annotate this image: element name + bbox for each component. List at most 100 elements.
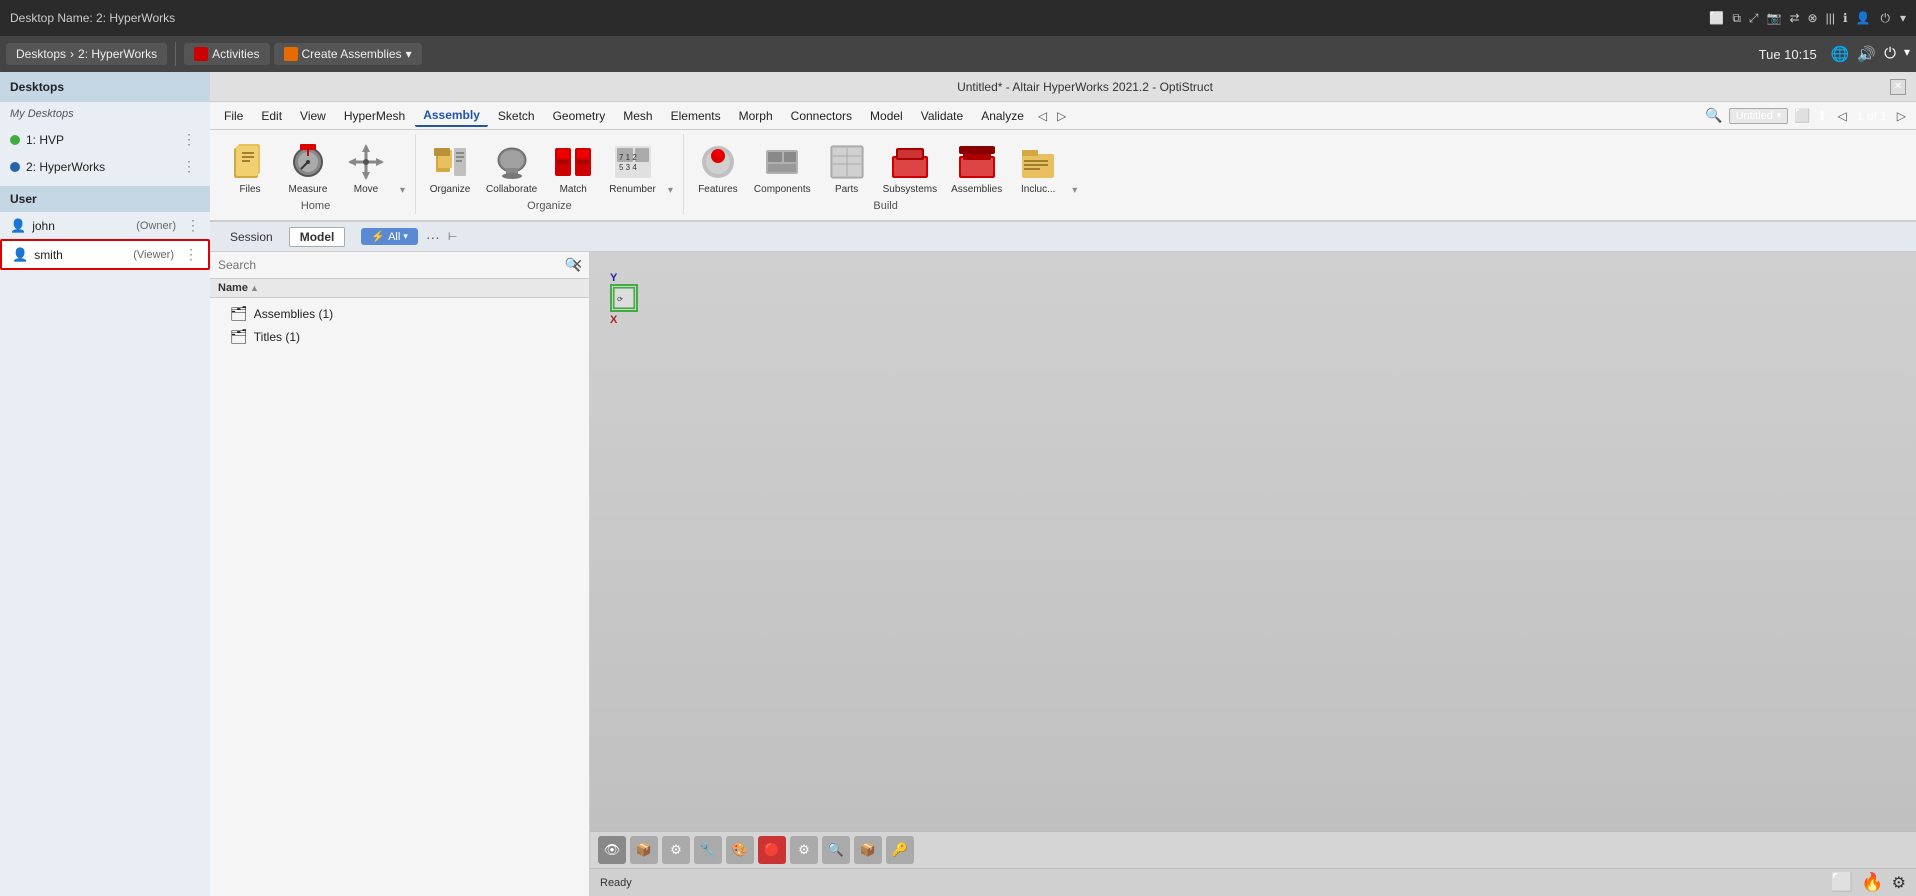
tab-dropdown-icon[interactable]: ▾ bbox=[1777, 110, 1782, 121]
vp-btn-red1[interactable]: 🔴 bbox=[758, 836, 786, 864]
menubar-search-icon[interactable]: 🔍 bbox=[1705, 107, 1722, 124]
sub-ribbon: Session Model ⚡ All ▾ ··· ⊢ bbox=[210, 222, 1916, 252]
menu-morph[interactable]: Morph bbox=[731, 106, 781, 126]
menu-file[interactable]: File bbox=[216, 106, 251, 126]
vp-btn-key[interactable]: 🔑 bbox=[886, 836, 914, 864]
vp-btn-gear1[interactable]: ⚙ bbox=[662, 836, 690, 864]
ribbon-btn-collaborate[interactable]: Collaborate bbox=[482, 138, 541, 198]
menu-view[interactable]: View bbox=[292, 106, 334, 126]
menu-prev-arrow[interactable]: ◁ bbox=[1034, 108, 1051, 124]
menu-mesh[interactable]: Mesh bbox=[615, 106, 660, 126]
dropdown-icon[interactable]: ▾ bbox=[1900, 11, 1906, 25]
hvp-menu-icon[interactable]: ⋮ bbox=[178, 131, 200, 148]
menu-elements[interactable]: Elements bbox=[663, 106, 729, 126]
system-dropdown-icon[interactable]: ▾ bbox=[1904, 45, 1910, 63]
filter-all-button[interactable]: ⚡ All ▾ bbox=[361, 228, 417, 245]
sub-ribbon-more-icon[interactable]: ··· bbox=[422, 227, 444, 247]
viewport-content[interactable]: Y ⟳ X bbox=[590, 252, 1916, 831]
organize-expand-icon[interactable]: ▾ bbox=[666, 183, 675, 198]
volume-icon-taskbar[interactable]: 🔊 bbox=[1857, 45, 1876, 63]
col-sort-icon[interactable]: ▲ bbox=[250, 283, 259, 293]
close-window-button[interactable]: ✕ bbox=[1890, 79, 1906, 95]
ribbon-btn-parts[interactable]: Parts bbox=[821, 138, 873, 198]
menu-next-arrow[interactable]: ▷ bbox=[1053, 108, 1070, 124]
ribbon-btn-organize[interactable]: Organize bbox=[424, 138, 476, 198]
vp-btn-gear2[interactable]: ⚙ bbox=[790, 836, 818, 864]
menu-validate[interactable]: Validate bbox=[913, 106, 971, 126]
home-expand-icon[interactable]: ▾ bbox=[398, 183, 407, 198]
search-input[interactable] bbox=[218, 258, 561, 272]
tree-item-titles[interactable]: 🗂 Titles (1) bbox=[210, 325, 589, 348]
menu-hypermesh[interactable]: HyperMesh bbox=[336, 106, 413, 126]
components-label: Components bbox=[754, 184, 811, 196]
sidebar-user-john[interactable]: 👤 john (Owner) ⋮ bbox=[0, 212, 210, 239]
ribbon-btn-move[interactable]: Move bbox=[340, 138, 392, 198]
tree-item-assemblies[interactable]: 🗂 Assemblies (1) bbox=[210, 302, 589, 325]
vp-btn-wrench[interactable]: 🔧 bbox=[694, 836, 722, 864]
ribbon-btn-measure[interactable]: Measure bbox=[282, 138, 334, 198]
ribbon-btn-files[interactable]: Files bbox=[224, 138, 276, 198]
page-next-arrow[interactable]: ▷ bbox=[1893, 108, 1910, 124]
cancel-icon[interactable]: ⊗ bbox=[1808, 11, 1818, 26]
sub-tab-session[interactable]: Session bbox=[220, 228, 283, 246]
ribbon-btn-renumber[interactable]: 7 1 2 5 3 4 Renumber bbox=[605, 138, 660, 198]
sub-ribbon-page-icon[interactable]: ⊢ bbox=[448, 230, 458, 243]
export-tab-icon[interactable]: ⬆ bbox=[1817, 108, 1828, 124]
sidebar-item-hvp[interactable]: 1: HVP ⋮ bbox=[0, 126, 210, 153]
ribbon-btn-components[interactable]: Components bbox=[750, 138, 815, 198]
taskbar-create-assemblies[interactable]: Create Assemblies ▾ bbox=[274, 43, 422, 65]
status-icon-fire[interactable]: 🔥 bbox=[1861, 872, 1883, 893]
organize-label: Organize bbox=[430, 184, 471, 196]
photo-icon[interactable]: 📷 bbox=[1767, 11, 1782, 26]
create-assemblies-dropdown-icon[interactable]: ▾ bbox=[406, 47, 412, 61]
bars-icon[interactable]: ||| bbox=[1826, 11, 1835, 26]
assemblies-tree-icon: 🗂 bbox=[230, 305, 248, 322]
menu-connectors[interactable]: Connectors bbox=[783, 106, 860, 126]
menu-assembly[interactable]: Assembly bbox=[415, 105, 488, 127]
subsystems-label: Subsystems bbox=[883, 184, 937, 196]
network-icon-taskbar[interactable]: 🌐 bbox=[1831, 45, 1850, 63]
system-bar-left: Desktop Name: 2: HyperWorks bbox=[10, 11, 175, 25]
hyperworks-menu-icon[interactable]: ⋮ bbox=[178, 158, 200, 175]
hvp-label: 1: HVP bbox=[26, 133, 172, 147]
vp-btn-palette[interactable]: 🎨 bbox=[726, 836, 754, 864]
new-tab-icon[interactable]: ⬜ bbox=[1794, 108, 1810, 124]
taskbar-activities[interactable]: Activities bbox=[184, 43, 269, 65]
ribbon-btn-match[interactable]: Match bbox=[547, 138, 599, 198]
menu-model[interactable]: Model bbox=[862, 106, 911, 126]
power-icon-taskbar[interactable]: ⏻ bbox=[1884, 45, 1896, 63]
copy-icon[interactable]: ⧉ bbox=[1732, 11, 1741, 26]
vp-btn-box1[interactable]: 📦 bbox=[630, 836, 658, 864]
user-icon-sys[interactable]: 👤 bbox=[1856, 11, 1871, 26]
assemblies-icon bbox=[955, 140, 999, 184]
sub-tab-model[interactable]: Model bbox=[289, 227, 346, 247]
menu-sketch[interactable]: Sketch bbox=[490, 106, 543, 126]
ribbon-btn-assemblies[interactable]: Assemblies bbox=[947, 138, 1006, 198]
vp-btn-box2[interactable]: 📦 bbox=[854, 836, 882, 864]
ribbon-btn-features[interactable]: Features bbox=[692, 138, 744, 198]
expand-icon[interactable]: ⤢ bbox=[1749, 11, 1759, 26]
file-panel-close-button[interactable]: ✕ bbox=[571, 256, 583, 273]
share-icon[interactable]: ⇄ bbox=[1789, 11, 1799, 26]
ribbon-content: Files bbox=[210, 130, 1916, 220]
status-gear-icon[interactable]: ⚙ bbox=[1892, 873, 1906, 893]
menu-analyze[interactable]: Analyze bbox=[973, 106, 1032, 126]
menu-geometry[interactable]: Geometry bbox=[545, 106, 614, 126]
vp-btn-eye[interactable]: 👁 bbox=[598, 836, 626, 864]
smith-menu-icon[interactable]: ⋮ bbox=[184, 246, 198, 263]
build-expand-icon[interactable]: ▾ bbox=[1070, 183, 1079, 198]
info-icon[interactable]: ℹ bbox=[1843, 11, 1848, 26]
page-prev-arrow[interactable]: ◁ bbox=[1834, 108, 1851, 124]
vp-btn-search2[interactable]: 🔍 bbox=[822, 836, 850, 864]
status-icon-box[interactable]: ⬜ bbox=[1831, 872, 1853, 893]
sidebar-item-hyperworks[interactable]: 2: HyperWorks ⋮ bbox=[0, 153, 210, 180]
menu-edit[interactable]: Edit bbox=[253, 106, 290, 126]
ribbon-btn-include[interactable]: Incluc... bbox=[1012, 138, 1064, 198]
monitor-icon[interactable]: ⬜ bbox=[1709, 11, 1724, 26]
ribbon-btn-subsystems[interactable]: Subsystems bbox=[879, 138, 941, 198]
include-label: Incluc... bbox=[1021, 184, 1055, 196]
sidebar-user-smith[interactable]: 👤 smith (Viewer) ⋮ bbox=[0, 239, 210, 270]
tab-page-label[interactable]: Untitled ▾ bbox=[1729, 108, 1789, 124]
john-menu-icon[interactable]: ⋮ bbox=[186, 217, 200, 234]
power-icon[interactable]: ⏻ bbox=[1880, 11, 1890, 26]
